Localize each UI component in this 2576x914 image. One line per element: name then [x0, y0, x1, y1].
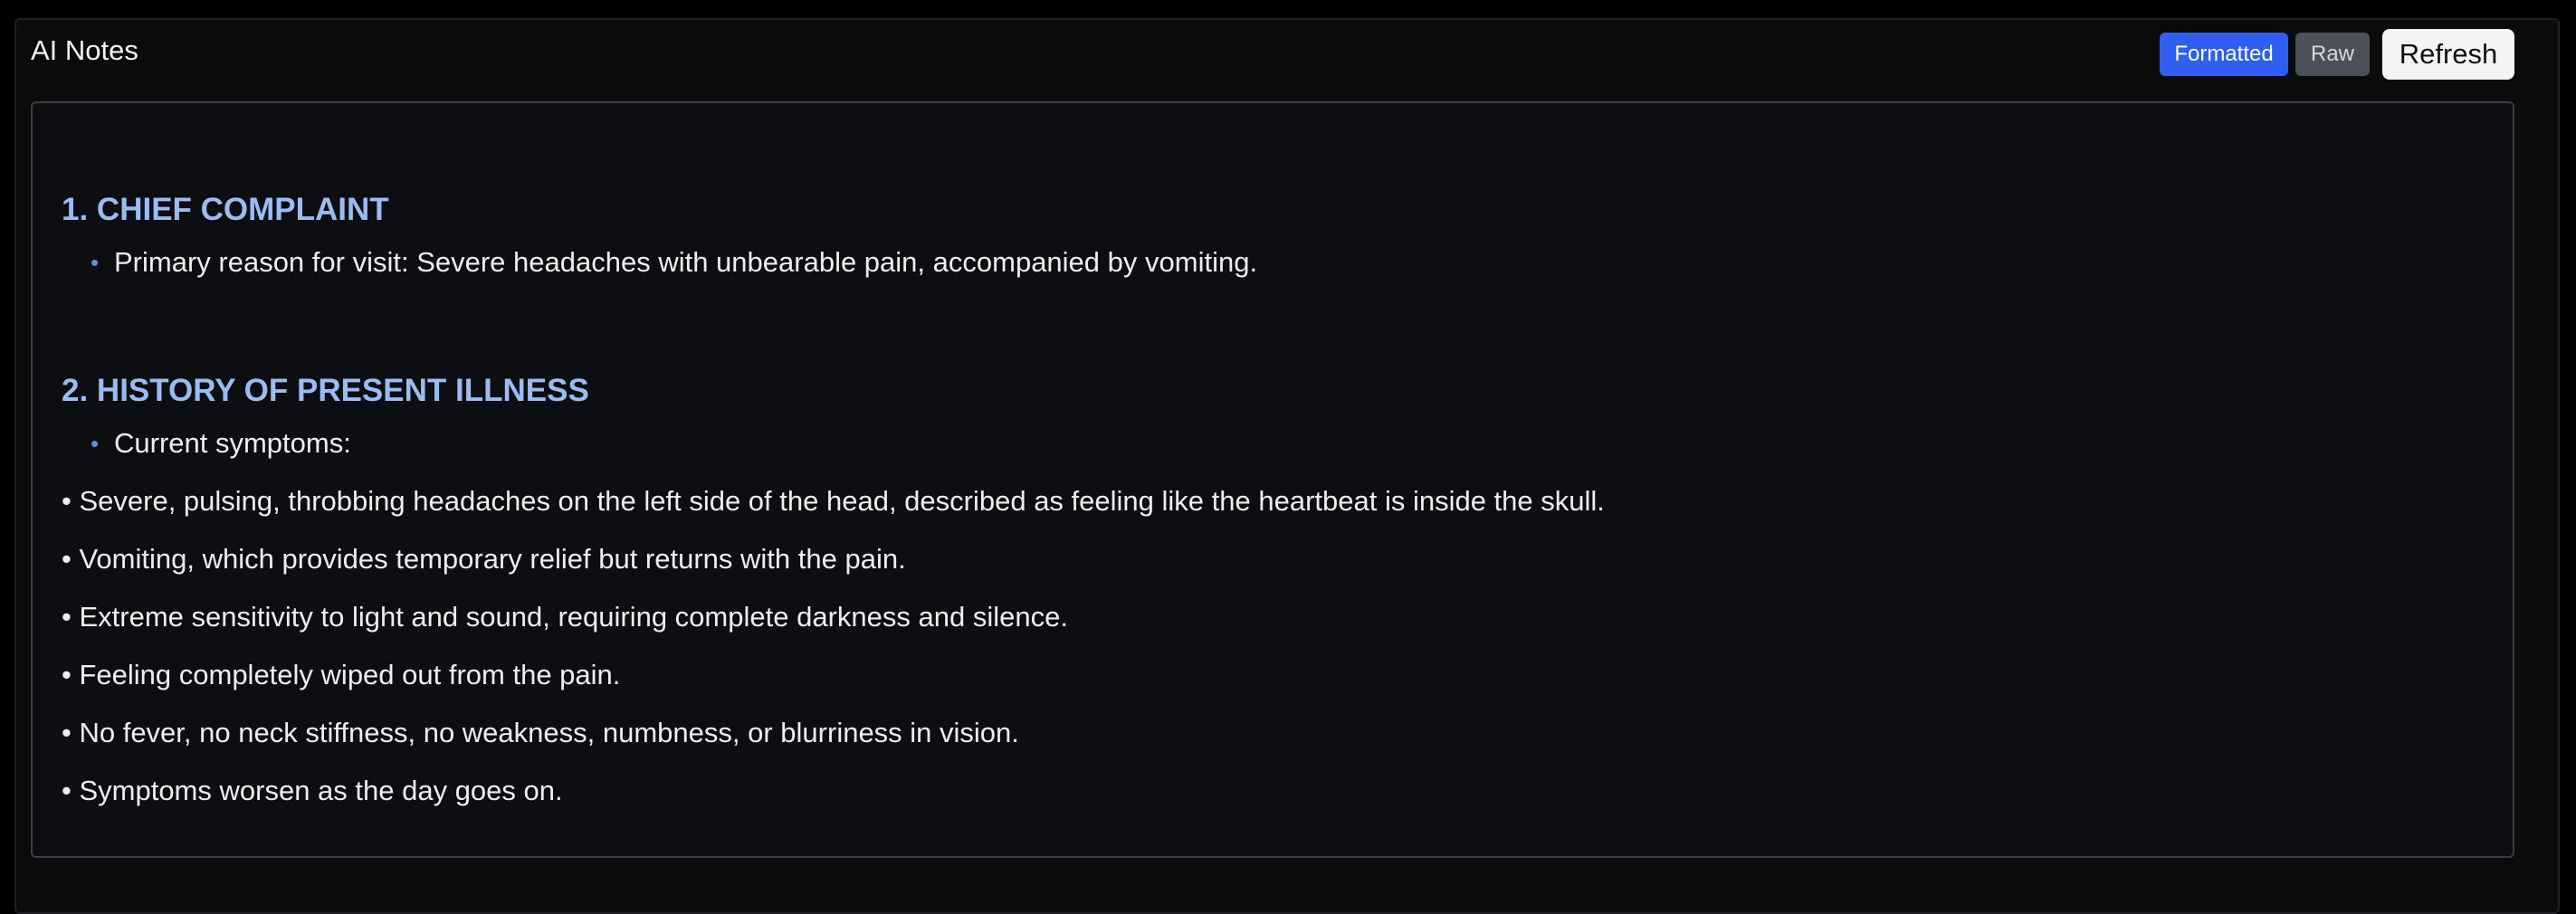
- list-item-text: Current symptoms:: [114, 427, 351, 459]
- symptom-line: • Symptoms worsen as the day goes on.: [62, 775, 563, 806]
- raw-toggle-button[interactable]: Raw: [2295, 33, 2370, 76]
- symptom-line: • Vomiting, which provides temporary rel…: [62, 543, 906, 575]
- notes-content: 1. CHIEF COMPLAINT • Primary reason for …: [31, 101, 2514, 858]
- symptom-line: • No fever, no neck stiffness, no weakne…: [62, 717, 1019, 748]
- formatted-toggle-button[interactable]: Formatted: [2160, 33, 2288, 76]
- list-item: • Primary reason for visit: Severe heada…: [91, 248, 1257, 276]
- section-heading-chief-complaint: 1. CHIEF COMPLAINT: [62, 192, 389, 227]
- symptom-line: • Feeling completely wiped out from the …: [62, 659, 621, 690]
- panel-title: AI Notes: [31, 34, 138, 66]
- refresh-button[interactable]: Refresh: [2382, 29, 2514, 80]
- symptom-line: • Severe, pulsing, throbbing headaches o…: [62, 485, 1605, 517]
- section-heading-history-present-illness: 2. HISTORY OF PRESENT ILLNESS: [62, 373, 589, 408]
- list-item: • Current symptoms:: [91, 429, 351, 457]
- bullet-icon: •: [91, 248, 100, 276]
- list-item-text: Primary reason for visit: Severe headach…: [114, 246, 1258, 278]
- symptom-line: • Extreme sensitivity to light and sound…: [62, 601, 1068, 633]
- bullet-icon: •: [91, 429, 100, 457]
